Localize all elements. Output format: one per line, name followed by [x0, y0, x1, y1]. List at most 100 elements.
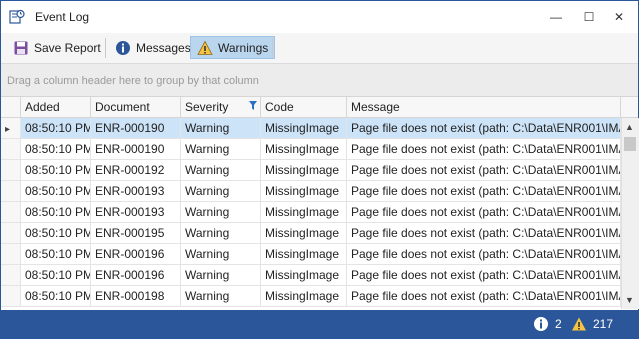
row-indicator-header — [1, 97, 21, 117]
table-row[interactable]: 08:50:10 PM ENR-000196 Warning MissingImage… — [1, 244, 621, 265]
scrollbar-thumb[interactable] — [624, 137, 636, 151]
grid-header: Added Document Severity Code Message — [1, 97, 638, 118]
grid-rows: ▸ 08:50:10 PM ENR-000190 Warning MissingImag… — [1, 118, 621, 309]
cell-code[interactable]: MissingImage — [261, 202, 347, 222]
cell-message[interactable]: Page file does not exist (path: C:\Data\… — [347, 223, 621, 243]
cell-added[interactable]: 08:50:10 PM — [21, 160, 91, 180]
save-report-label: Save Report — [34, 40, 101, 55]
window-title: Event Log — [35, 10, 90, 24]
cell-code[interactable]: MissingImage — [261, 244, 347, 264]
table-row[interactable]: 08:50:10 PM ENR-000193 Warning MissingImage… — [1, 202, 621, 223]
cell-message[interactable]: Page file does not exist (path: C:\Data\… — [347, 118, 621, 138]
cell-added[interactable]: 08:50:10 PM — [21, 265, 91, 285]
cell-severity[interactable]: Warning — [181, 265, 261, 285]
cell-message[interactable]: Page file does not exist (path: C:\Data\… — [347, 139, 621, 159]
column-header-message[interactable]: Message — [347, 97, 621, 117]
cell-severity[interactable]: Warning — [181, 160, 261, 180]
cell-message[interactable]: Page file does not exist (path: C:\Data\… — [347, 181, 621, 201]
cell-added[interactable]: 08:50:10 PM — [21, 139, 91, 159]
cell-document[interactable]: ENR-000193 — [91, 181, 181, 201]
maximize-button[interactable]: ☐ — [579, 7, 599, 27]
table-row[interactable]: 08:50:10 PM ENR-000193 Warning MissingImage… — [1, 181, 621, 202]
table-row[interactable]: 08:50:10 PM ENR-000190 Warning MissingImage… — [1, 139, 621, 160]
cell-document[interactable]: ENR-000192 — [91, 160, 181, 180]
row-indicator[interactable] — [1, 202, 21, 222]
cell-document[interactable]: ENR-000193 — [91, 202, 181, 222]
cell-code[interactable]: MissingImage — [261, 223, 347, 243]
cell-severity[interactable]: Warning — [181, 223, 261, 243]
info-icon — [116, 40, 130, 55]
table-row[interactable]: 08:50:10 PM ENR-000196 Warning MissingImage… — [1, 265, 621, 286]
row-indicator[interactable] — [1, 160, 21, 180]
cell-message[interactable]: Page file does not exist (path: C:\Data\… — [347, 286, 621, 306]
column-header-severity[interactable]: Severity — [181, 97, 261, 117]
cell-message[interactable]: Page file does not exist (path: C:\Data\… — [347, 160, 621, 180]
cell-added[interactable]: 08:50:10 PM — [21, 181, 91, 201]
event-log-window: Event Log — ☐ ✕ Save Report Messages War… — [0, 0, 639, 339]
cell-code[interactable]: MissingImage — [261, 118, 347, 138]
toolbar: Save Report Messages Warnings — [1, 33, 638, 64]
warnings-count-indicator[interactable]: 217 — [571, 316, 613, 332]
warnings-button[interactable]: Warnings — [190, 36, 276, 59]
cell-added[interactable]: 08:50:10 PM — [21, 286, 91, 306]
cell-severity[interactable]: Warning — [181, 181, 261, 201]
scroll-down-icon[interactable]: ▼ — [625, 295, 634, 305]
cell-document[interactable]: ENR-000195 — [91, 223, 181, 243]
cell-code[interactable]: MissingImage — [261, 181, 347, 201]
cell-document[interactable]: ENR-000190 — [91, 118, 181, 138]
cell-severity[interactable]: Warning — [181, 286, 261, 306]
cell-added[interactable]: 08:50:10 PM — [21, 118, 91, 138]
cell-severity[interactable]: Warning — [181, 118, 261, 138]
toolbar-divider — [105, 38, 106, 58]
warning-icon — [197, 40, 213, 55]
table-row[interactable]: 08:50:10 PM ENR-000195 Warning MissingImage… — [1, 223, 621, 244]
title-bar: Event Log — ☐ ✕ — [1, 1, 638, 33]
cell-document[interactable]: ENR-000196 — [91, 265, 181, 285]
group-by-panel[interactable]: Drag a column header here to group by th… — [1, 64, 638, 97]
cell-code[interactable]: MissingImage — [261, 160, 347, 180]
save-report-button[interactable]: Save Report — [7, 36, 107, 59]
row-indicator[interactable] — [1, 223, 21, 243]
cell-severity[interactable]: Warning — [181, 202, 261, 222]
scroll-up-icon[interactable]: ▲ — [625, 122, 634, 132]
warnings-count: 217 — [593, 317, 614, 331]
table-row[interactable]: 08:50:10 PM ENR-000192 Warning MissingImage… — [1, 160, 621, 181]
cell-document[interactable]: ENR-000198 — [91, 286, 181, 306]
cell-message[interactable]: Page file does not exist (path: C:\Data\… — [347, 244, 621, 264]
event-grid: Added Document Severity Code Message ▸ 08… — [1, 97, 639, 309]
cell-document[interactable]: ENR-000196 — [91, 244, 181, 264]
cell-severity[interactable]: Warning — [181, 244, 261, 264]
cell-severity[interactable]: Warning — [181, 139, 261, 159]
messages-button[interactable]: Messages — [109, 36, 197, 59]
filter-icon[interactable] — [249, 101, 257, 110]
table-row[interactable]: 08:50:10 PM ENR-000198 Warning MissingImage… — [1, 286, 621, 307]
cell-message[interactable]: Page file does not exist (path: C:\Data\… — [347, 202, 621, 222]
cell-added[interactable]: 08:50:10 PM — [21, 202, 91, 222]
cell-added[interactable]: 08:50:10 PM — [21, 244, 91, 264]
current-row-icon: ▸ — [5, 124, 11, 135]
cell-code[interactable]: MissingImage — [261, 286, 347, 306]
row-indicator[interactable] — [1, 286, 21, 306]
event-log-icon — [9, 9, 25, 24]
column-header-document[interactable]: Document — [91, 97, 181, 117]
row-indicator[interactable] — [1, 244, 21, 264]
cell-code[interactable]: MissingImage — [261, 139, 347, 159]
row-indicator[interactable] — [1, 181, 21, 201]
status-bar: 2 217 — [1, 310, 638, 338]
severity-header-label: Severity — [185, 100, 229, 114]
cell-code[interactable]: MissingImage — [261, 265, 347, 285]
vertical-scrollbar[interactable]: ▲ ▼ — [621, 118, 639, 309]
close-button[interactable]: ✕ — [609, 7, 629, 27]
cell-added[interactable]: 08:50:10 PM — [21, 223, 91, 243]
column-header-code[interactable]: Code — [261, 97, 347, 117]
row-indicator[interactable] — [1, 265, 21, 285]
row-indicator[interactable] — [1, 139, 21, 159]
minimize-button[interactable]: — — [546, 7, 566, 27]
cell-message[interactable]: Page file does not exist (path: C:\Data\… — [347, 265, 621, 285]
row-indicator[interactable]: ▸ — [1, 118, 21, 138]
table-row[interactable]: ▸ 08:50:10 PM ENR-000190 Warning MissingImag… — [1, 118, 621, 139]
column-header-added[interactable]: Added — [21, 97, 91, 117]
warning-icon — [572, 317, 586, 331]
cell-document[interactable]: ENR-000190 — [91, 139, 181, 159]
messages-count-indicator[interactable]: 2 — [533, 316, 562, 332]
